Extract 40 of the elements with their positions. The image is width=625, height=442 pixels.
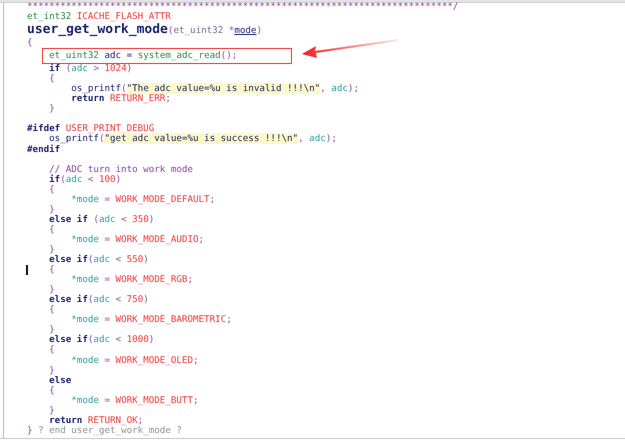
code-line: {	[49, 75, 55, 84]
code-line: }	[49, 246, 55, 254]
code-line: else if(adc < 750)	[49, 296, 149, 304]
code-line: else if(adc < 550)	[49, 256, 149, 264]
code-line: *mode = WORK_MODE_RGB;	[71, 276, 194, 284]
code-line: {	[49, 386, 55, 395]
code-line: et_int32 ICACHE_FLASH_ATTR	[27, 13, 171, 22]
code-line: *mode = WORK_MODE_BUTT;	[71, 396, 199, 405]
code-line: }	[49, 105, 55, 114]
code-line: if (adc > 1024)	[49, 65, 132, 74]
code-line: else if (adc < 350)	[49, 216, 154, 224]
code-line: {	[49, 346, 55, 354]
code-line: *mode = WORK_MODE_DEFAULT;	[71, 196, 216, 204]
code-line: }	[49, 366, 55, 375]
code-line: et_uint32 adc = system_adc_read();	[49, 52, 238, 60]
code-line: *mode = WORK_MODE_AUDIO;	[71, 236, 204, 244]
code-line: // ADC turn into work mode	[49, 166, 193, 174]
code-line: *mode = WORK_MODE_OLED;	[71, 356, 199, 364]
code-line: else if(adc < 1000)	[49, 336, 154, 344]
code-line: else	[49, 376, 72, 385]
code-line: #ifdef USER_PRINT_DEBUG	[27, 125, 154, 134]
code-line: {	[49, 306, 55, 314]
code-line: }	[49, 406, 55, 415]
code-line: {	[49, 266, 55, 274]
code-line: }	[49, 206, 55, 214]
code-line: }	[49, 286, 55, 294]
code-line: {	[49, 226, 55, 234]
code-line: {	[27, 39, 33, 48]
code-line: }	[49, 326, 55, 334]
code-line: #endif	[27, 146, 60, 154]
code-line: *mode = WORK_MODE_BAROMETRIC;	[71, 316, 232, 324]
code-line: return RETURN_OK;	[49, 416, 144, 425]
code-line: } ? end user_get_work_mode ?	[27, 426, 182, 435]
code-line: if(adc < 100)	[49, 176, 122, 184]
code-line: *****************************************************************************/	[27, 3, 458, 11]
code-line: return RETURN_ERR;	[71, 95, 171, 104]
code-line: os_printf("get adc value=%u is success !!!\n", adc);	[49, 135, 337, 144]
function-signature: user_get_work_mode(et_uint32 *mode)	[27, 22, 262, 38]
code-line: os_printf("The adc value=%u is invalid !!!\n", adc);	[71, 85, 359, 94]
code-line: {	[49, 186, 55, 194]
